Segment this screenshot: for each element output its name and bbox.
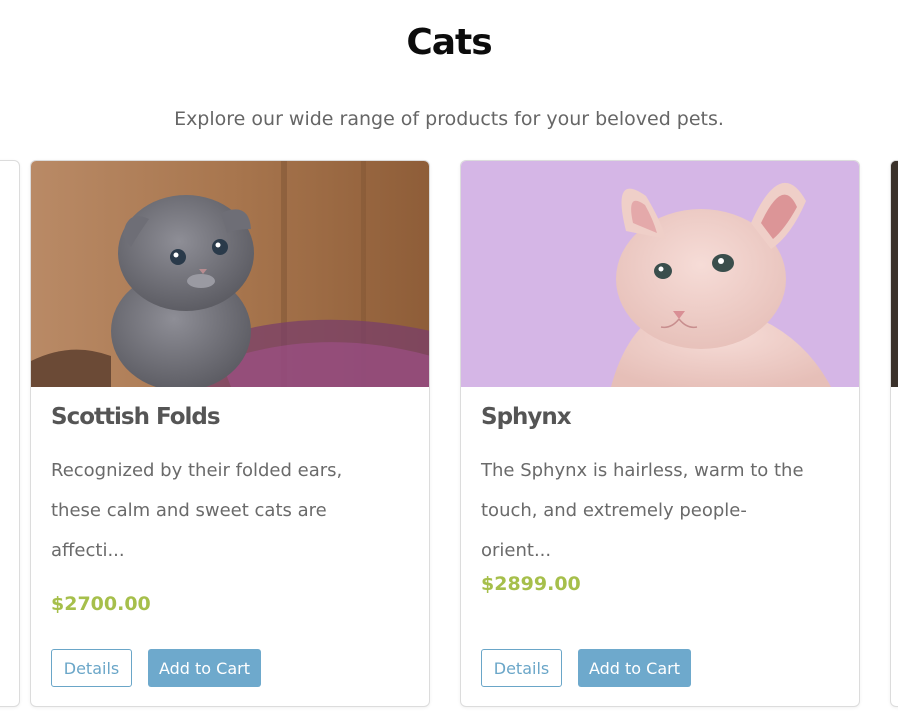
product-description: Recognized by their folded ears, these c… xyxy=(51,460,343,561)
product-price: $2899.00 xyxy=(481,573,581,595)
add-to-cart-button[interactable]: Add to Cart xyxy=(578,649,691,687)
product-description: The Sphynx is hairless, warm to the touc… xyxy=(481,460,804,561)
product-card: Sphynx The Sphynx is hairless, warm to t… xyxy=(460,160,860,707)
product-name: Sphynx xyxy=(481,404,572,430)
product-card-partial-right xyxy=(890,160,898,707)
product-price: $2700.00 xyxy=(51,593,151,615)
product-card: Scottish Folds Recognized by their folde… xyxy=(30,160,430,707)
page-subtitle: Explore our wide range of products for y… xyxy=(174,108,724,130)
add-to-cart-button[interactable]: Add to Cart xyxy=(148,649,261,687)
details-button[interactable]: Details xyxy=(481,649,562,687)
product-image-sphynx[interactable] xyxy=(461,161,859,387)
product-image-scottish-fold[interactable] xyxy=(31,161,429,387)
product-image-partial[interactable] xyxy=(891,161,898,387)
product-name: Scottish Folds xyxy=(51,404,221,430)
products-page: Cats Explore our wide range of products … xyxy=(0,0,898,723)
details-button[interactable]: Details xyxy=(51,649,132,687)
product-card-partial-left xyxy=(0,160,20,707)
page-title: Cats xyxy=(406,22,492,63)
